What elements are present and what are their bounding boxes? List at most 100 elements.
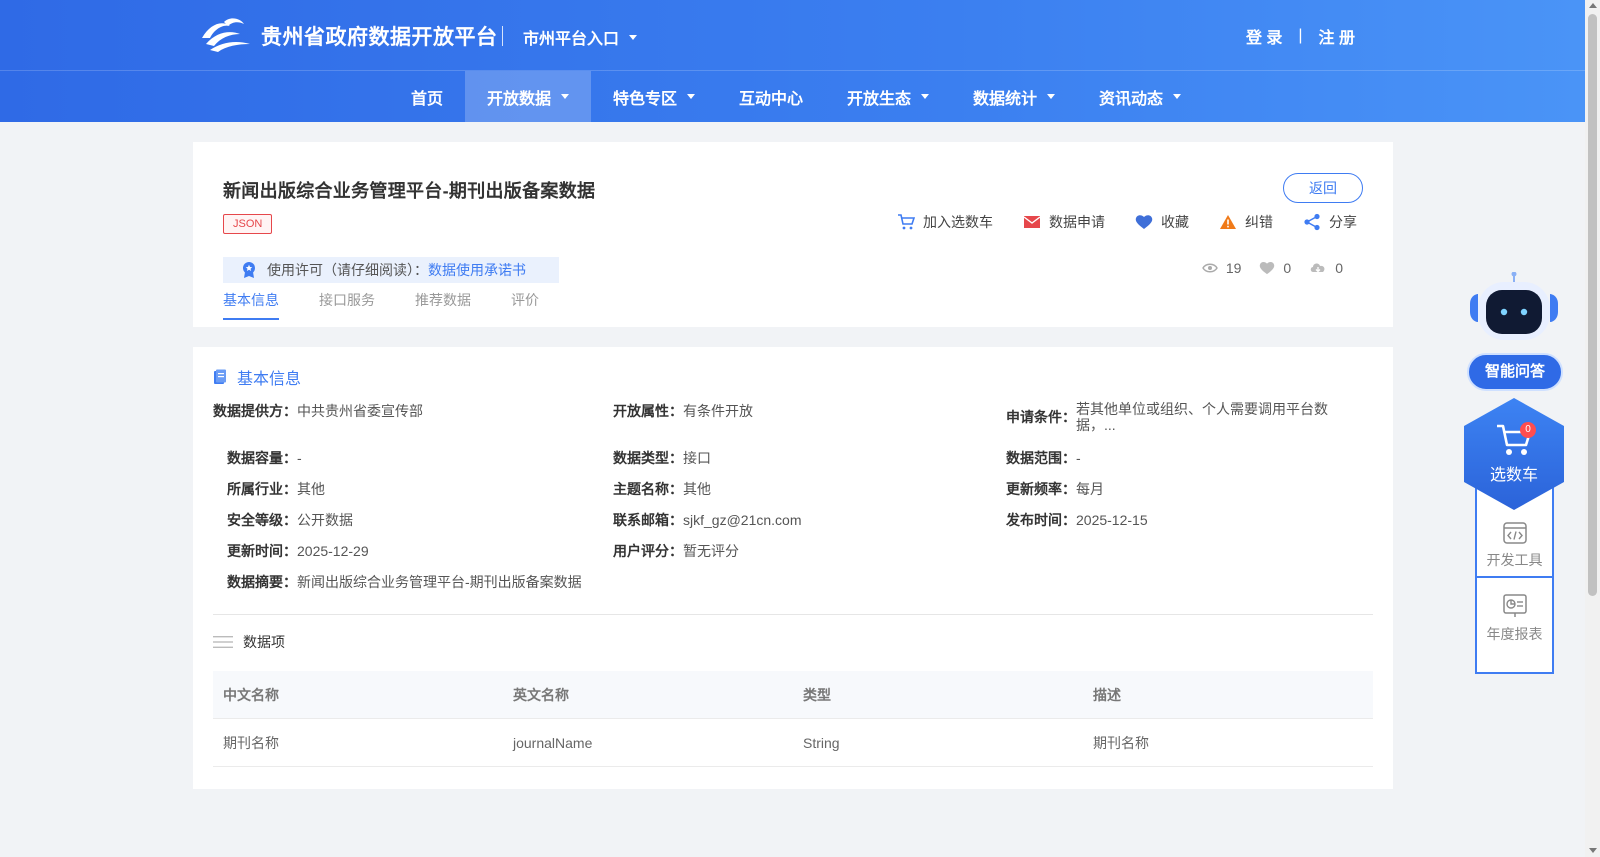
- basic-info-title: 基本信息: [237, 371, 302, 388]
- info-topic: 主题名称：其他: [613, 481, 711, 497]
- likes-stat: 0: [1259, 260, 1291, 276]
- dataset-header-card: 新闻出版综合业务管理平台-期刊出版备案数据 JSON 返回 加入选数车 数据申请…: [193, 142, 1393, 327]
- nav-item-0[interactable]: 首页: [389, 71, 465, 122]
- top-header: 贵州省政府数据开放平台 市州平台入口 登 录 | 注 册 首页 开放数据 特色专区 互…: [0, 0, 1585, 122]
- nav-item-label: 开放生态: [847, 90, 912, 108]
- main-nav: 首页 开放数据 特色专区 互动中心 开放生态 数据统计 资讯动态: [0, 71, 1585, 122]
- info-provider: 数据提供方：中共贵州省委宣传部: [213, 403, 423, 419]
- register-link[interactable]: 注 册: [1319, 24, 1355, 48]
- share-icon: [1304, 213, 1320, 231]
- tab-3[interactable]: 评价: [511, 290, 539, 320]
- main-nav-items: 首页 开放数据 特色专区 互动中心 开放生态 数据统计 资讯动态: [389, 71, 1203, 122]
- ai-qa-button[interactable]: 智能问答: [1467, 353, 1563, 391]
- report-error-button[interactable]: 纠错: [1219, 212, 1273, 232]
- title-separator: [502, 26, 503, 46]
- data-apply-button[interactable]: 数据申请: [1023, 212, 1105, 232]
- auth-links: 登 录 | 注 册: [1246, 24, 1355, 48]
- table-header-row: 中文名称 英文名称 类型 描述: [213, 671, 1373, 719]
- share-label: 分享: [1329, 214, 1357, 230]
- table-header-cell: 中文名称: [223, 686, 279, 703]
- nav-item-5[interactable]: 数据统计: [951, 71, 1077, 122]
- table-header-cell: 英文名称: [513, 686, 569, 703]
- robot-assistant-icon[interactable]: [1466, 272, 1562, 342]
- info-rating: 用户评分：暂无评分: [613, 543, 739, 559]
- data-items-table: 中文名称 英文名称 类型 描述 期刊名称 journalName String 期刊名称: [213, 671, 1373, 767]
- license-link[interactable]: 数据使用承诺书: [428, 260, 526, 280]
- cloud-download-icon: [1310, 263, 1325, 273]
- info-summary: 数据摘要：新闻出版综合业务管理平台-期刊出版备案数据: [227, 574, 582, 590]
- dataset-tabs: 基本信息 接口服务 推荐数据 评价: [223, 290, 539, 320]
- section-divider: [213, 614, 1373, 615]
- document-icon: [214, 369, 226, 384]
- scroll-up-arrow-icon[interactable]: [1589, 3, 1597, 8]
- favorite-button[interactable]: 收藏: [1135, 212, 1189, 232]
- auth-separator: |: [1298, 27, 1303, 44]
- downloads-stat: 0: [1309, 260, 1343, 276]
- downloads-count: 0: [1335, 260, 1343, 276]
- basic-info-heading: 基本信息: [213, 365, 301, 389]
- nav-item-3[interactable]: 互动中心: [717, 71, 825, 122]
- table-row: 期刊名称 journalName String 期刊名称: [213, 719, 1373, 767]
- nav-item-label: 首页: [410, 90, 443, 108]
- views-count: 19: [1225, 260, 1242, 276]
- chevron-down-icon: [686, 94, 695, 99]
- info-capacity: 数据容量：-: [227, 450, 302, 466]
- nav-item-label: 资讯动态: [1099, 90, 1164, 108]
- dev-tools-button[interactable]: 开发工具: [1477, 506, 1552, 586]
- tab-0[interactable]: 基本信息: [223, 290, 279, 320]
- share-button[interactable]: 分享: [1303, 212, 1357, 232]
- license-bar: 使用许可（请仔细阅读）： 数据使用承诺书: [223, 257, 559, 283]
- back-button[interactable]: 返回: [1283, 173, 1363, 203]
- annual-report-label: 年度报表: [1486, 626, 1543, 642]
- table-header-cell: 类型: [803, 686, 831, 703]
- nav-item-label: 开放数据: [486, 90, 551, 108]
- site-title[interactable]: 贵州省政府数据开放平台: [261, 21, 498, 51]
- page-scrollbar[interactable]: [1585, 0, 1600, 857]
- data-apply-label: 数据申请: [1049, 214, 1105, 230]
- dataset-actions: 加入选数车 数据申请 收藏 纠错 分享: [897, 212, 1357, 232]
- scroll-thumb[interactable]: [1588, 14, 1597, 596]
- warning-icon: [1220, 215, 1236, 229]
- city-entry-label: 市州平台入口: [523, 31, 620, 48]
- nav-item-6[interactable]: 资讯动态: [1077, 71, 1203, 122]
- dev-tools-label: 开发工具: [1486, 552, 1543, 568]
- info-industry: 所属行业：其他: [227, 481, 325, 497]
- info-update-time: 更新时间：2025-12-29: [227, 543, 369, 559]
- city-platform-entry[interactable]: 市州平台入口: [523, 25, 638, 49]
- nav-item-1[interactable]: 开放数据: [464, 71, 591, 122]
- chevron-down-icon: [1047, 94, 1056, 99]
- list-icon: [213, 636, 233, 648]
- chevron-down-icon: [1173, 94, 1182, 99]
- add-to-cart-label: 加入选数车: [923, 214, 993, 230]
- login-link[interactable]: 登 录: [1246, 24, 1282, 48]
- tab-2[interactable]: 推荐数据: [415, 290, 471, 320]
- nav-item-4[interactable]: 开放生态: [825, 71, 951, 122]
- nav-item-label: 特色专区: [612, 90, 677, 108]
- heart-outline-icon: [1260, 262, 1275, 275]
- report-icon: [1502, 594, 1527, 617]
- views-stat: 19: [1202, 260, 1242, 276]
- info-data-range: 数据范围：-: [1006, 450, 1081, 466]
- info-data-type: 数据类型：接口: [613, 450, 711, 466]
- cart-count-badge: 0: [1520, 422, 1536, 438]
- chevron-down-icon: [560, 94, 569, 99]
- eye-icon: [1202, 263, 1218, 273]
- nav-item-label: 数据统计: [973, 90, 1038, 108]
- table-cell: String: [803, 734, 840, 751]
- data-items-title: 数据项: [243, 634, 285, 650]
- annual-report-button[interactable]: 年度报表: [1477, 576, 1552, 660]
- heart-icon: [1135, 215, 1153, 229]
- scroll-down-arrow-icon[interactable]: [1589, 848, 1597, 853]
- cart-icon: [898, 214, 915, 230]
- platform-logo-icon[interactable]: [200, 16, 252, 54]
- tab-1[interactable]: 接口服务: [319, 290, 375, 320]
- chevron-down-icon: [921, 94, 930, 99]
- dataset-stats: 19 0 0: [1202, 260, 1343, 276]
- code-icon: [1502, 522, 1527, 544]
- dataset-title: 新闻出版综合业务管理平台-期刊出版备案数据: [223, 181, 596, 201]
- info-security-level: 安全等级：公开数据: [227, 512, 353, 528]
- table-cell: 期刊名称: [223, 734, 279, 751]
- add-to-cart-button[interactable]: 加入选数车: [897, 212, 993, 232]
- nav-item-2[interactable]: 特色专区: [591, 71, 717, 122]
- table-cell: journalName: [513, 734, 593, 751]
